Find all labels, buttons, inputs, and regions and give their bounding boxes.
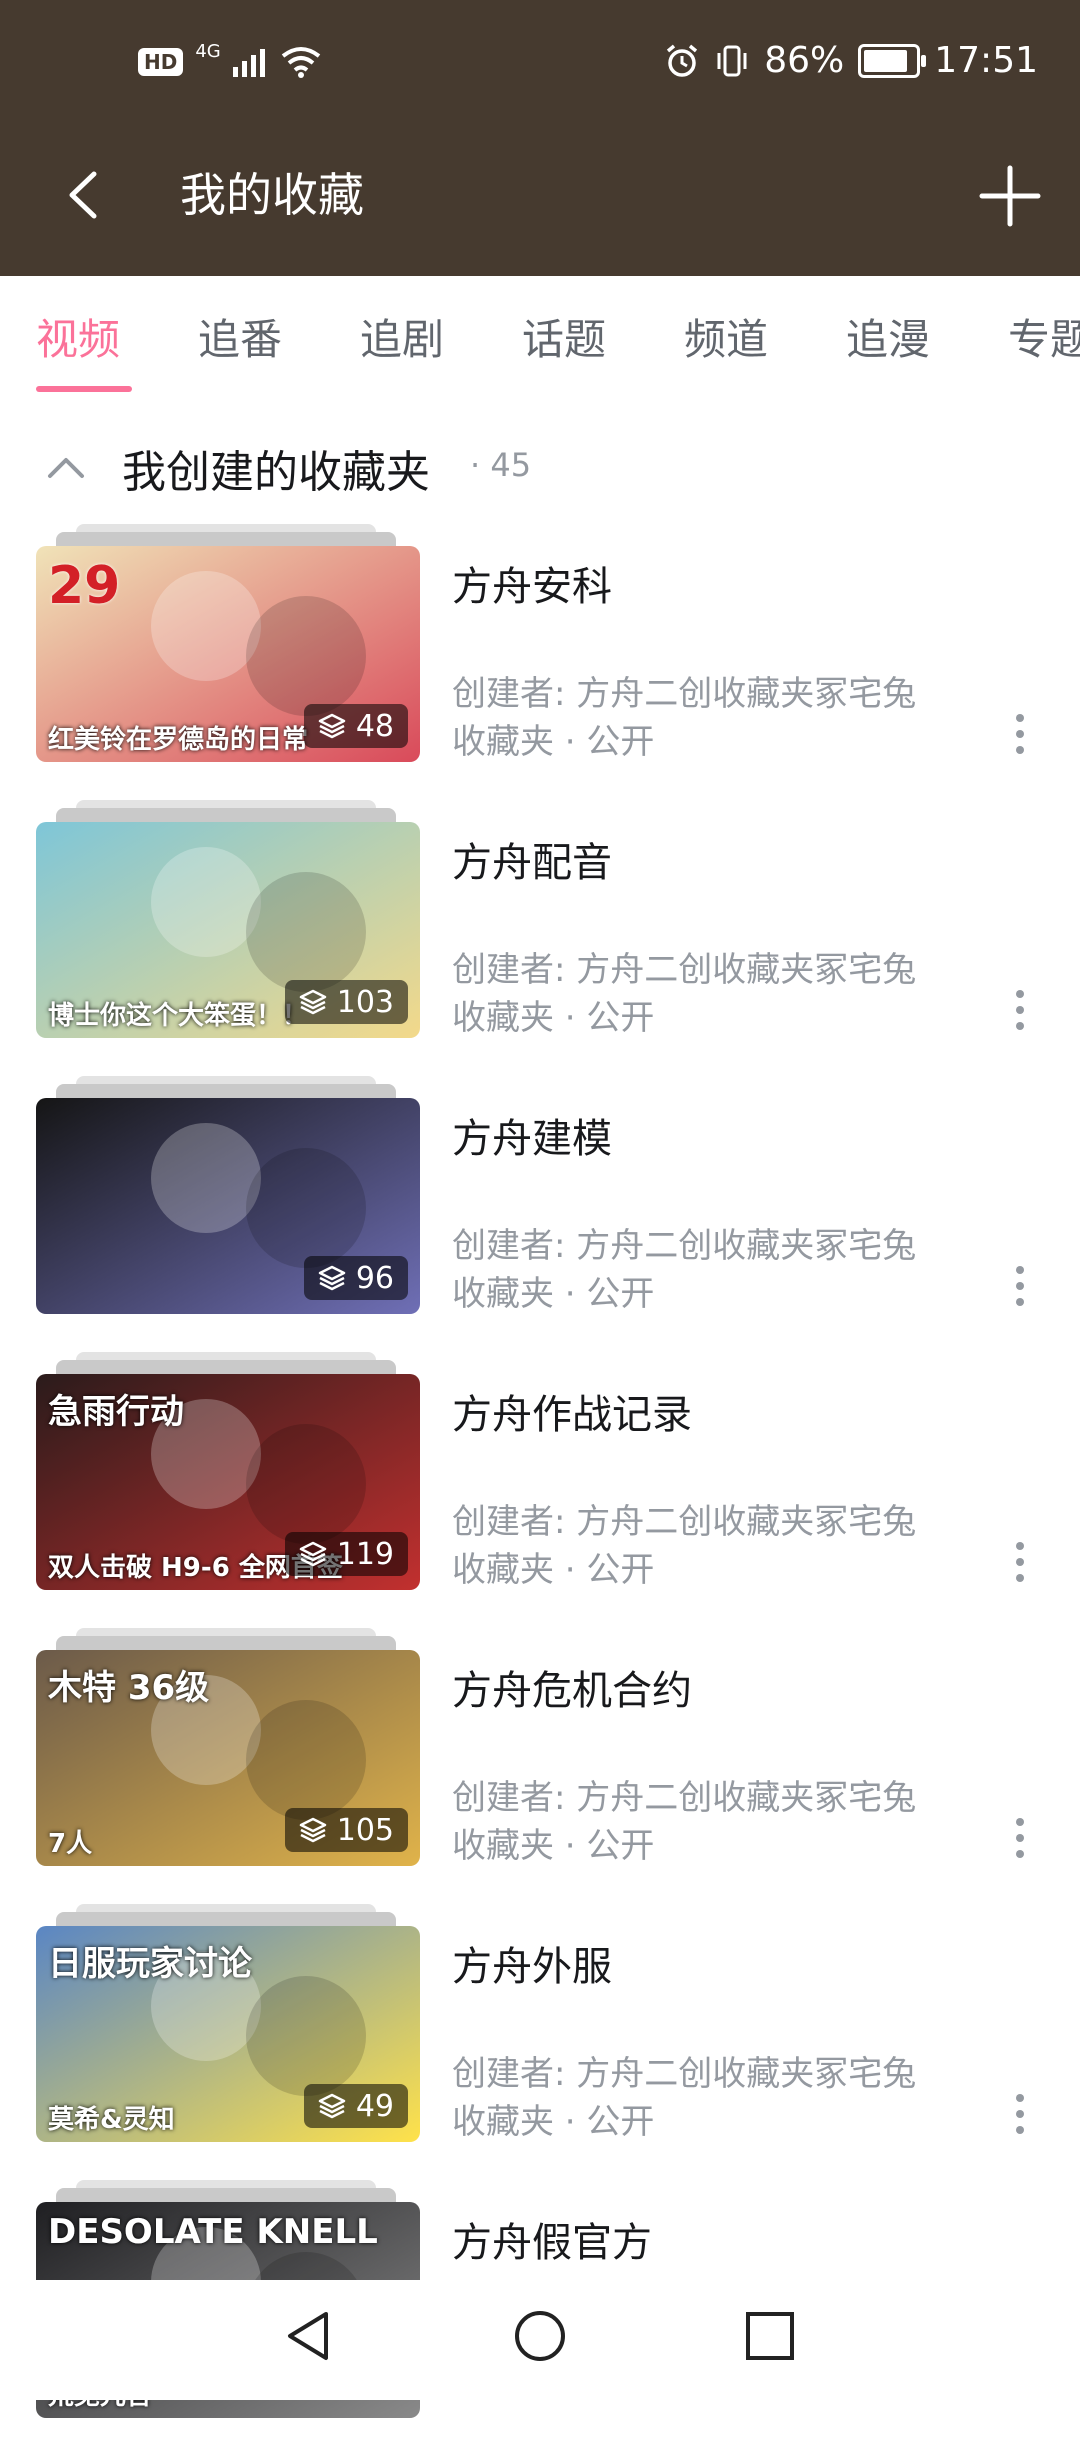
folder-creator: 创建者: 方舟二创收藏夹冢宅兔 <box>452 1778 917 1818</box>
thumbnail-caption-bottom: 红美铃在罗德岛的日常 <box>48 725 309 755</box>
more-vertical-icon[interactable] <box>1006 986 1034 1034</box>
folder-creator: 创建者: 方舟二创收藏夹冢宅兔 <box>452 950 917 990</box>
signal-icon <box>232 49 265 77</box>
thumbnail-caption-top: 日服玩家讨论 <box>48 1944 252 1984</box>
network-type: 4G <box>195 41 221 62</box>
item-count: 119 <box>336 1536 394 1572</box>
status-bar: HD 4G 86% 17:51 <box>0 0 1080 130</box>
folder-meta: 收藏夹 · 公开 <box>452 2102 655 2142</box>
folder-title: 方舟假官方 <box>452 2220 652 2266</box>
page-title: 我的收藏 <box>180 168 364 222</box>
folder-title: 方舟安科 <box>452 564 612 610</box>
tab-topic[interactable]: 话题 <box>522 306 606 367</box>
folder-title: 方舟危机合约 <box>452 1668 692 1714</box>
section-count: · 45 <box>470 446 532 484</box>
thumbnail-caption-top: 急雨行动 <box>48 1392 184 1432</box>
folder-meta: 收藏夹 · 公开 <box>452 998 655 1038</box>
folder-row[interactable]: 96 方舟建模创建者: 方舟二创收藏夹冢宅兔 收藏夹 · 公开 <box>0 1076 1080 1352</box>
battery-fill <box>864 49 908 72</box>
battery-percent: 86% <box>764 40 845 81</box>
item-count: 48 <box>355 708 394 744</box>
top-header: HD 4G 86% 17:51 我的收藏 <box>0 0 1080 276</box>
active-tab-indicator <box>36 386 132 392</box>
folder-thumbnail[interactable]: 96 <box>36 1098 420 1314</box>
item-count: 105 <box>336 1812 394 1848</box>
created-folders-header[interactable]: 我创建的收藏夹 · 45 <box>0 410 1080 520</box>
item-count-badge: 49 <box>303 2084 408 2128</box>
layers-icon <box>318 713 346 739</box>
folder-title: 方舟配音 <box>452 840 612 886</box>
thumbnail-caption-top: DESOLATE KNELL <box>48 2212 378 2252</box>
item-count: 103 <box>336 984 394 1020</box>
app-bar: 我的收藏 <box>0 130 1080 276</box>
thumbnail-caption-bottom: 7人 <box>48 1829 93 1859</box>
folder-thumbnail[interactable]: 博士你这个大笨蛋！！ 103 <box>36 822 420 1038</box>
more-vertical-icon[interactable] <box>1006 710 1034 758</box>
folder-meta: 收藏夹 · 公开 <box>452 1274 655 1314</box>
tab-anime[interactable]: 追番 <box>198 306 282 367</box>
item-count-badge: 96 <box>303 1256 408 1300</box>
more-vertical-icon[interactable] <box>1006 1814 1034 1862</box>
layers-icon <box>318 1265 346 1291</box>
battery-icon <box>858 43 927 78</box>
category-tabs: 视频 追番 追剧 话题 频道 追漫 专题 <box>0 276 1080 396</box>
wifi-icon <box>281 47 320 78</box>
folder-thumbnail[interactable]: 日服玩家讨论莫希&灵知 49 <box>36 1926 420 2142</box>
folder-creator: 创建者: 方舟二创收藏夹冢宅兔 <box>452 1502 917 1542</box>
item-count-badge: 119 <box>284 1532 408 1576</box>
layers-icon <box>318 2093 346 2119</box>
folder-creator: 创建者: 方舟二创收藏夹冢宅兔 <box>452 1226 917 1266</box>
tab-video[interactable]: 视频 <box>36 306 120 367</box>
thumbnail-caption-top: 木特 36级 <box>48 1668 210 1708</box>
add-folder-button[interactable] <box>970 156 1050 236</box>
item-count: 96 <box>355 1260 394 1296</box>
layers-icon <box>299 1541 326 1567</box>
section-title: 我创建的收藏夹 <box>122 447 430 498</box>
folder-thumbnail[interactable]: 木特 36级 7人 105 <box>36 1650 420 1866</box>
item-count-badge: 103 <box>284 980 408 1024</box>
item-count-badge: 48 <box>303 704 408 748</box>
more-vertical-icon[interactable] <box>1006 1538 1034 1586</box>
item-count: 49 <box>355 2088 394 2124</box>
folder-meta: 收藏夹 · 公开 <box>452 1826 655 1866</box>
system-nav-bar <box>0 2280 1080 2400</box>
layers-icon <box>299 989 326 1015</box>
folder-thumbnail[interactable]: 29 红美铃在罗德岛的日常 48 <box>36 546 420 762</box>
folder-creator: 创建者: 方舟二创收藏夹冢宅兔 <box>452 674 917 714</box>
status-right: 86% 17:51 <box>664 40 1038 81</box>
folder-row[interactable]: 29 红美铃在罗德岛的日常 48 方舟安科创建者: 方舟二创收藏夹冢宅兔 收藏夹 · 公… <box>0 524 1080 800</box>
folder-meta: 收藏夹 · 公开 <box>452 722 655 762</box>
folder-creator: 创建者: 方舟二创收藏夹冢宅兔 <box>452 2054 917 2094</box>
tab-special[interactable]: 专题 <box>1008 306 1080 367</box>
folder-row[interactable]: 急雨行动 双人击破 H9-6 全网首签 119 方舟作战记录创建者: 方舟二创收藏夹冢… <box>0 1352 1080 1628</box>
layers-icon <box>299 1817 326 1843</box>
clock: 17:51 <box>934 40 1038 81</box>
thumbnail-caption-bottom: 博士你这个大笨蛋！！ <box>48 1001 309 1031</box>
chevron-up-icon[interactable] <box>44 446 88 490</box>
status-left: HD 4G <box>138 41 321 78</box>
folder-title: 方舟外服 <box>452 1944 612 1990</box>
folder-row[interactable]: 木特 36级 7人 105 方舟危机合约创建者: 方舟二创收藏夹冢宅兔 收藏夹 · 公开 <box>0 1628 1080 1904</box>
more-vertical-icon[interactable] <box>1006 2090 1034 2138</box>
back-button[interactable] <box>50 160 120 230</box>
vibrate-icon <box>717 45 747 76</box>
hd-badge: HD <box>138 48 184 76</box>
tab-channel[interactable]: 频道 <box>684 306 768 367</box>
alarm-icon <box>667 44 698 77</box>
triangle-back-icon[interactable] <box>280 2306 340 2366</box>
folder-title: 方舟作战记录 <box>452 1392 692 1438</box>
folder-thumbnail[interactable]: 急雨行动 双人击破 H9-6 全网首签 119 <box>36 1374 420 1590</box>
tab-manga[interactable]: 追漫 <box>846 306 930 367</box>
folder-row[interactable]: 日服玩家讨论莫希&灵知 49 方舟外服创建者: 方舟二创收藏夹冢宅兔 收藏夹 · 公开 <box>0 1904 1080 2180</box>
thumbnail-caption-bottom: 莫希&灵知 <box>48 2105 175 2135</box>
folder-title: 方舟建模 <box>452 1116 612 1162</box>
item-count-badge: 105 <box>284 1808 408 1852</box>
circle-home-icon[interactable] <box>510 2306 570 2366</box>
folder-meta: 收藏夹 · 公开 <box>452 1550 655 1590</box>
thumbnail-caption-top: 29 <box>48 556 121 616</box>
folder-row[interactable]: 博士你这个大笨蛋！！ 103 方舟配音创建者: 方舟二创收藏夹冢宅兔 收藏夹 · 公开 <box>0 800 1080 1076</box>
tab-drama[interactable]: 追剧 <box>360 306 444 367</box>
more-vertical-icon[interactable] <box>1006 1262 1034 1310</box>
square-recent-icon[interactable] <box>740 2306 800 2366</box>
